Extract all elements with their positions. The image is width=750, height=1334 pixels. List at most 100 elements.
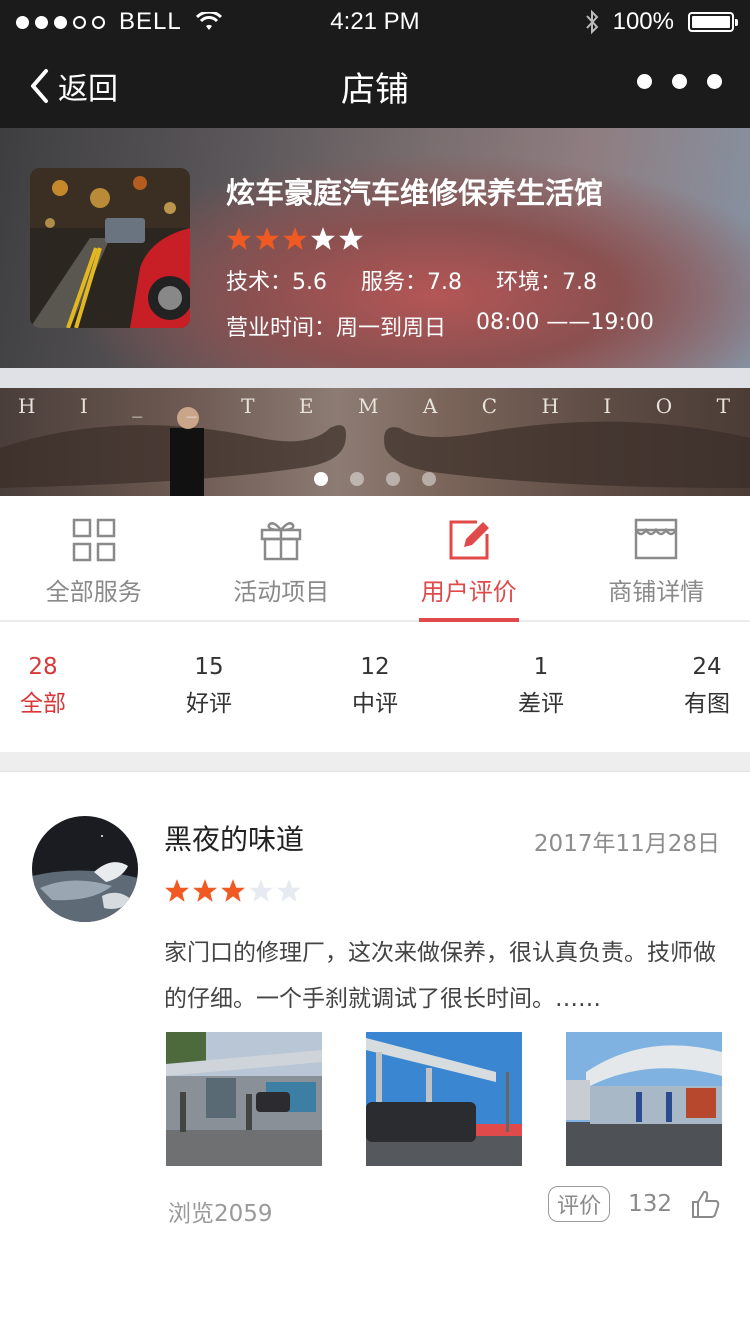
store-hours: 营业时间：周一到周日 08:00 ——19:00 xyxy=(226,310,654,342)
tab-bar: 全部服务 活动项目 用户评价 商铺详情 xyxy=(0,496,750,622)
banner-letter: H xyxy=(541,394,561,418)
banner-dot[interactable] xyxy=(386,472,400,486)
review-date: 2017年11月28日 xyxy=(533,831,720,857)
review-photos xyxy=(166,1032,722,1166)
filter-count: 28 xyxy=(28,654,58,680)
banner-letter: I xyxy=(603,394,614,418)
star-empty-icon xyxy=(339,227,363,250)
store-icon xyxy=(635,518,678,560)
filter-label: 全部 xyxy=(20,691,66,717)
tab-all-services[interactable]: 全部服务 xyxy=(0,496,188,620)
banner-letter: T xyxy=(716,394,732,418)
review-filters: 28 全部 15 好评 12 中评 1 差评 24 有图 xyxy=(0,624,750,752)
star-filled-icon xyxy=(227,227,251,250)
review-views: 浏览2059 xyxy=(168,1201,273,1227)
banner-letter: C xyxy=(481,394,500,418)
battery-icon xyxy=(688,12,738,32)
review-photo[interactable] xyxy=(566,1032,722,1166)
more-dot-icon xyxy=(672,74,687,89)
star-empty-icon xyxy=(277,879,301,902)
filter-all[interactable]: 28 全部 xyxy=(20,624,66,752)
store-info: 炫车豪庭汽车维修保养生活馆 技术：5.6 服务：7.8 环境：7.8 营业时间：… xyxy=(226,168,654,342)
review-item: 黑夜的味道 2017年11月28日 家门口的修理厂，这次来做保养，很认真负责。技… xyxy=(0,772,750,1334)
star-filled-icon xyxy=(165,879,189,902)
tab-store-details[interactable]: 商铺详情 xyxy=(563,496,750,620)
star-filled-icon xyxy=(221,879,245,902)
banner-letter: I xyxy=(79,394,90,418)
avatar-earth-image xyxy=(32,816,138,922)
star-empty-icon xyxy=(249,879,273,902)
gift-icon xyxy=(261,522,302,561)
filter-with-photos[interactable]: 24 有图 xyxy=(684,624,730,752)
store-name: 炫车豪庭汽车维修保养生活馆 xyxy=(226,176,604,210)
banner-letter: M xyxy=(357,394,381,418)
banner-letter: H xyxy=(18,394,38,418)
star-filled-icon xyxy=(193,879,217,902)
carwash-photo-image xyxy=(566,1032,722,1166)
review-actions: 评价 132 xyxy=(548,1186,720,1222)
tab-label: 用户评价 xyxy=(420,578,517,606)
score-environment: 环境：7.8 xyxy=(496,270,597,295)
review-photo[interactable] xyxy=(166,1032,322,1166)
tab-user-reviews[interactable]: 用户评价 xyxy=(375,496,563,622)
thumbs-up-icon[interactable] xyxy=(690,1189,720,1219)
tab-label: 全部服务 xyxy=(45,578,142,606)
rate-button[interactable]: 评价 xyxy=(548,1186,611,1222)
banner-letter: _ xyxy=(132,394,145,418)
banner-dot[interactable] xyxy=(314,472,328,486)
store-photo-car-image xyxy=(30,168,190,328)
store-scores: 技术：5.6 服务：7.8 环境：7.8 xyxy=(226,264,654,296)
more-menu-button[interactable] xyxy=(637,74,722,89)
filter-positive[interactable]: 15 好评 xyxy=(186,624,232,752)
promo-banner[interactable]: H I _ _ T E M A C H I O T xyxy=(0,388,750,496)
filter-label: 好评 xyxy=(186,691,232,717)
filter-count: 24 xyxy=(692,654,722,680)
carwash-photo-image xyxy=(366,1032,522,1166)
banner-dot[interactable] xyxy=(350,472,364,486)
review-rating-stars xyxy=(164,878,302,904)
banner-letter: T xyxy=(241,394,257,418)
grid-icon xyxy=(72,518,115,562)
nav-bar: 返回 店铺 xyxy=(0,44,750,128)
star-empty-icon xyxy=(311,227,335,250)
more-dot-icon xyxy=(637,74,652,89)
banner-letter: E xyxy=(298,394,316,418)
tab-activities[interactable]: 活动项目 xyxy=(188,496,376,620)
avatar[interactable] xyxy=(32,816,138,922)
store-thumbnail xyxy=(30,168,190,328)
filter-negative[interactable]: 1 差评 xyxy=(518,624,564,752)
filter-label: 有图 xyxy=(684,691,730,717)
review-username[interactable]: 黑夜的味道 xyxy=(164,818,304,858)
hours-label: 营业时间：周一到周日 xyxy=(226,316,447,341)
score-technique: 技术：5.6 xyxy=(226,270,327,295)
star-filled-icon xyxy=(255,227,279,250)
banner-letters: H I _ _ T E M A C H I O T xyxy=(0,394,750,418)
banner-letter: _ xyxy=(186,394,199,418)
star-filled-icon xyxy=(283,227,307,250)
bluetooth-icon xyxy=(585,9,598,35)
banner-pagination xyxy=(0,472,750,486)
store-rating-stars xyxy=(226,226,654,252)
status-right: 100% xyxy=(585,8,738,36)
score-service: 服务：7.8 xyxy=(361,270,462,295)
edit-icon xyxy=(449,520,489,560)
status-bar: BELL 4:21 PM 100% xyxy=(0,0,750,44)
tab-label: 商铺详情 xyxy=(608,578,705,606)
filter-neutral[interactable]: 12 中评 xyxy=(352,624,398,752)
tab-label: 活动项目 xyxy=(233,578,330,606)
more-dot-icon xyxy=(707,74,722,89)
filter-label: 中评 xyxy=(352,691,398,717)
filter-count: 1 xyxy=(533,654,549,680)
section-divider xyxy=(0,752,750,772)
review-photo[interactable] xyxy=(366,1032,522,1166)
store-header: 炫车豪庭汽车维修保养生活馆 技术：5.6 服务：7.8 环境：7.8 营业时间：… xyxy=(0,128,750,368)
hours-value: 08:00 ——19:00 xyxy=(476,310,654,335)
review-text[interactable]: 家门口的修理厂，这次来做保养，很认真负责。技师做的仔细。一个手刹就调试了很长时间… xyxy=(164,930,730,1022)
banner-letter: O xyxy=(655,394,675,418)
banner-letter: A xyxy=(422,394,440,418)
carwash-photo-image xyxy=(166,1032,322,1166)
like-count: 132 xyxy=(628,1191,672,1217)
filter-count: 12 xyxy=(360,654,390,680)
banner-dot[interactable] xyxy=(422,472,436,486)
divider xyxy=(0,368,750,388)
